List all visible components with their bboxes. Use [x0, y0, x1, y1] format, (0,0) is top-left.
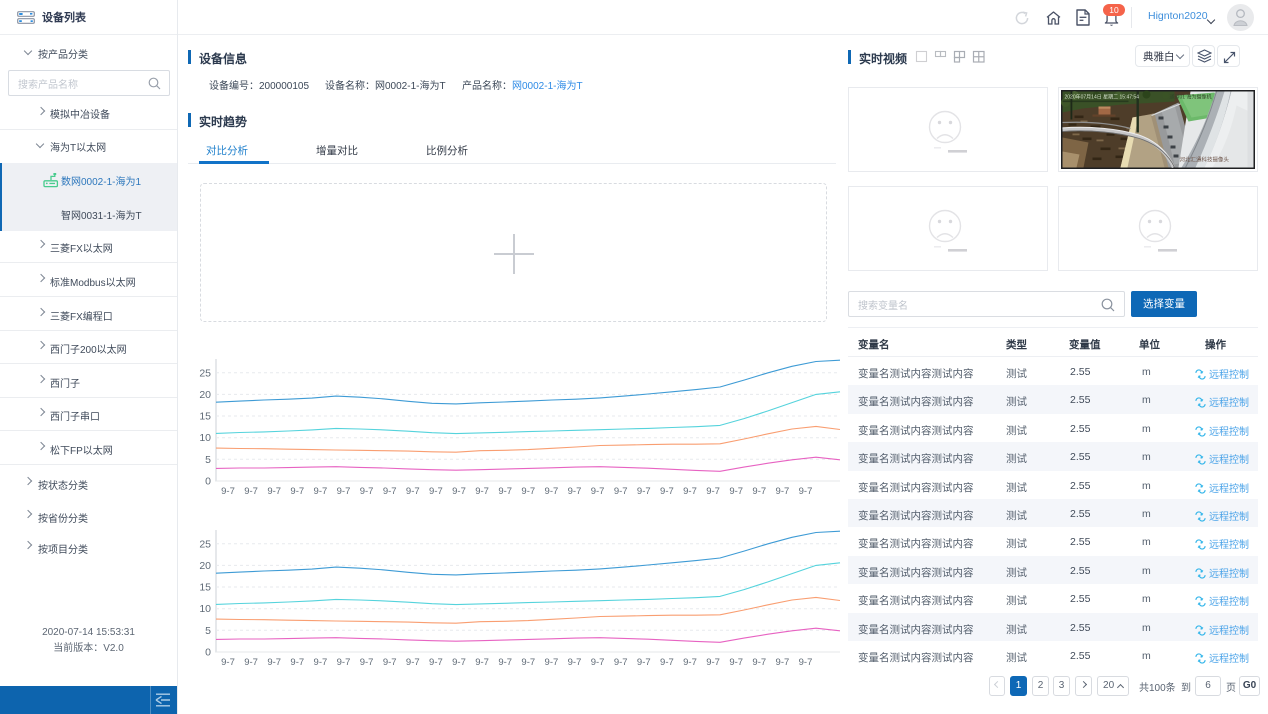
svg-text:5: 5 [205, 454, 211, 466]
svg-text:9-7: 9-7 [614, 486, 628, 497]
svg-text:9-7: 9-7 [729, 486, 743, 497]
svg-text:9-7: 9-7 [406, 486, 420, 497]
svg-text:9-7: 9-7 [429, 486, 443, 497]
svg-text:9-7: 9-7 [706, 486, 720, 497]
svg-text:9-7: 9-7 [568, 486, 582, 497]
svg-text:9-7: 9-7 [221, 486, 235, 497]
svg-text:20: 20 [199, 389, 211, 401]
svg-text:2020年07月14日 星期二 15:47:54: 2020年07月14日 星期二 15:47:54 [1065, 94, 1140, 101]
svg-text:25: 25 [199, 367, 211, 379]
svg-text:0: 0 [205, 476, 211, 488]
svg-text:9-7: 9-7 [337, 486, 351, 497]
svg-text:9-7: 9-7 [314, 486, 328, 497]
svg-text:9-7: 9-7 [290, 486, 304, 497]
svg-text:10: 10 [199, 432, 211, 444]
svg-text:9-7: 9-7 [521, 486, 535, 497]
svg-text:9-7: 9-7 [683, 486, 697, 497]
svg-text:9-7: 9-7 [591, 486, 605, 497]
svg-text:9-7: 9-7 [498, 486, 512, 497]
svg-text:9-7: 9-7 [637, 486, 651, 497]
svg-text:9-7: 9-7 [660, 486, 674, 497]
svg-text:9-7: 9-7 [752, 486, 766, 497]
svg-text:9-7: 9-7 [799, 486, 813, 497]
svg-text:9-7: 9-7 [244, 486, 258, 497]
svg-text:9-7: 9-7 [545, 486, 559, 497]
svg-text:9-7: 9-7 [360, 486, 374, 497]
svg-text:9-7: 9-7 [267, 486, 281, 497]
svg-text:通道01 海为摄像机: 通道01 海为摄像机 [1170, 94, 1212, 101]
svg-text:9-7: 9-7 [452, 486, 466, 497]
svg-text:9-7: 9-7 [776, 486, 790, 497]
svg-text:15: 15 [199, 411, 211, 423]
svg-text:9-7: 9-7 [475, 486, 489, 497]
svg-text:河北汇通科技摄像头: 河北汇通科技摄像头 [1180, 156, 1230, 164]
svg-text:9-7: 9-7 [383, 486, 397, 497]
